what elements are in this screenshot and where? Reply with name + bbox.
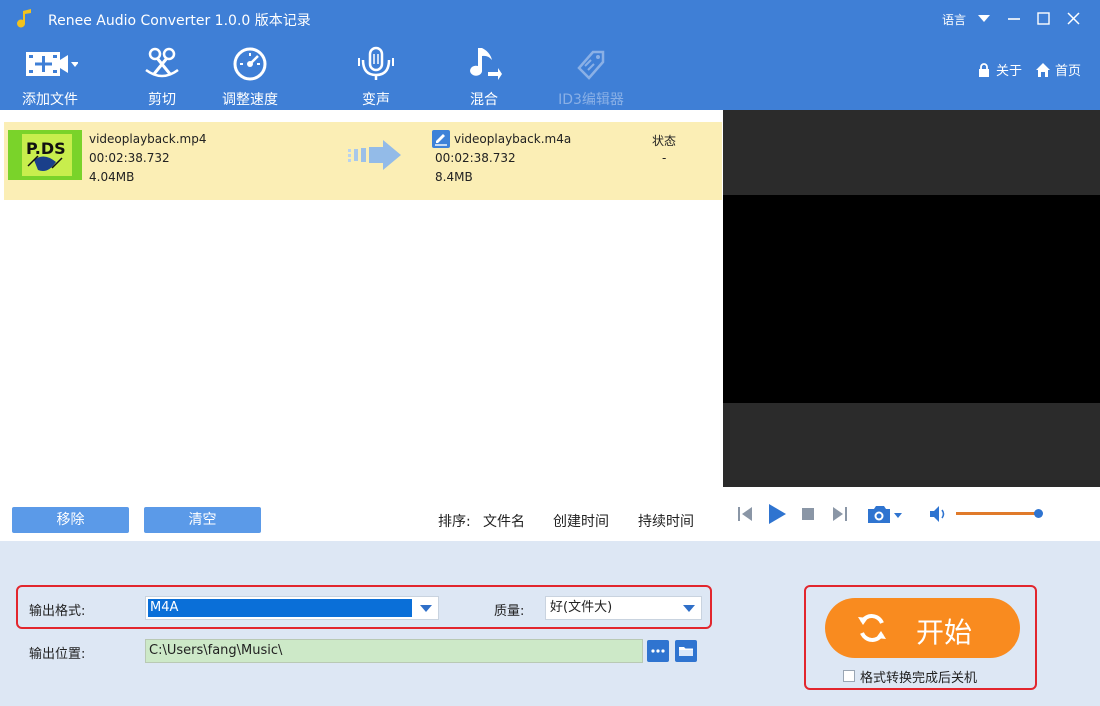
chevron-down-icon: [420, 605, 432, 612]
source-size: 4.04MB: [89, 170, 135, 184]
mix-label: 混合: [470, 92, 498, 108]
open-folder-icon[interactable]: [675, 640, 697, 662]
window-title: Renee Audio Converter 1.0.0 版本记录: [48, 13, 311, 29]
language-menu[interactable]: 语言: [942, 11, 966, 28]
video-thumbnail: P.DS: [8, 130, 82, 180]
output-duration: 00:02:38.732: [435, 151, 516, 165]
next-icon[interactable]: [831, 501, 849, 527]
format-label: 输出格式:: [29, 604, 86, 619]
previous-icon[interactable]: [736, 501, 754, 527]
video-screen: [723, 195, 1100, 403]
sort-by-created[interactable]: 创建时间: [553, 511, 609, 531]
volume-slider[interactable]: [956, 512, 1038, 515]
home-label: 首页: [1055, 64, 1082, 79]
video-preview: [723, 110, 1100, 487]
adjust-speed-button[interactable]: 调整速度: [214, 38, 286, 110]
add-file-button[interactable]: 添加文件: [14, 38, 86, 110]
minimize-icon[interactable]: [1003, 8, 1025, 30]
language-caret-icon[interactable]: [978, 15, 990, 22]
output-size: 8.4MB: [435, 170, 473, 184]
svg-text:P.DS: P.DS: [26, 139, 66, 158]
source-duration: 00:02:38.732: [89, 151, 170, 165]
remove-button[interactable]: 移除: [12, 507, 129, 533]
microphone-icon: [356, 46, 396, 82]
title-bar: Renee Audio Converter 1.0.0 版本记录 语言: [0, 0, 1100, 38]
volume-knob[interactable]: [1034, 509, 1043, 518]
sort-label: 排序:: [438, 514, 471, 530]
quality-select[interactable]: 好(文件大): [545, 596, 702, 620]
status-value: -: [662, 151, 667, 165]
home-icon: [1036, 63, 1050, 77]
maximize-icon[interactable]: [1032, 8, 1054, 30]
format-value: M4A: [148, 599, 412, 617]
format-select[interactable]: M4A: [145, 596, 439, 620]
voice-change-label: 变声: [362, 92, 390, 108]
app-logo-icon: [16, 7, 36, 31]
scissors-icon: [142, 46, 182, 82]
sort-by-name[interactable]: 文件名: [483, 511, 525, 531]
play-icon[interactable]: [766, 501, 788, 527]
stop-icon[interactable]: [800, 501, 816, 527]
toolbar: 添加文件 剪切 调整速度 变声 混合 ID3编辑器 关于 首页: [0, 38, 1100, 110]
about-link[interactable]: 关于: [976, 60, 1022, 79]
location-label: 输出位置:: [29, 647, 86, 662]
browse-dots-button[interactable]: [647, 640, 669, 662]
close-icon[interactable]: [1062, 8, 1084, 30]
shutdown-checkbox[interactable]: [843, 670, 855, 682]
cut-button[interactable]: 剪切: [130, 38, 194, 110]
chevron-down-icon: [683, 605, 695, 612]
speed-icon: [230, 46, 270, 82]
lock-icon: [979, 63, 989, 77]
shutdown-label: 格式转换完成后关机: [860, 671, 978, 686]
clear-button[interactable]: 清空: [144, 507, 261, 533]
mix-button[interactable]: 混合: [452, 38, 516, 110]
home-link[interactable]: 首页: [1035, 60, 1081, 79]
volume-icon[interactable]: [928, 501, 948, 527]
cut-label: 剪切: [148, 92, 176, 108]
file-row[interactable]: P.DS videoplayback.mp4 00:02:38.732 4.04…: [4, 122, 722, 200]
adjust-speed-label: 调整速度: [222, 92, 278, 108]
voice-change-button[interactable]: 变声: [344, 38, 408, 110]
status-header: 状态: [652, 134, 677, 148]
start-button[interactable]: 开始: [825, 598, 1020, 658]
file-list: P.DS videoplayback.mp4 00:02:38.732 4.04…: [0, 110, 723, 541]
tag-icon: [571, 46, 611, 82]
settings-panel: 输出格式: M4A 质量: 好(文件大) 输出位置: C:\Users\fang…: [0, 541, 1100, 706]
convert-arrow-icon: [346, 138, 402, 172]
add-file-icon: [22, 46, 79, 82]
output-file-name: videoplayback.m4a: [454, 132, 572, 146]
output-path-input[interactable]: C:\Users\fang\Music\: [145, 639, 643, 663]
source-file-name: videoplayback.mp4: [89, 132, 207, 146]
sort-by-duration[interactable]: 持续时间: [638, 511, 694, 531]
id3-editor-label: ID3编辑器: [558, 92, 624, 108]
music-note-icon: [464, 46, 504, 82]
quality-label: 质量:: [494, 604, 525, 619]
add-file-label: 添加文件: [22, 92, 78, 108]
player-controls: [723, 487, 1100, 541]
id3-editor-button[interactable]: ID3编辑器: [550, 38, 632, 110]
start-label: 开始: [916, 616, 973, 649]
edit-output-icon[interactable]: [432, 130, 450, 148]
camera-icon[interactable]: [866, 501, 904, 527]
quality-value: 好(文件大): [550, 600, 613, 615]
about-label: 关于: [996, 64, 1023, 79]
refresh-icon: [855, 611, 889, 645]
